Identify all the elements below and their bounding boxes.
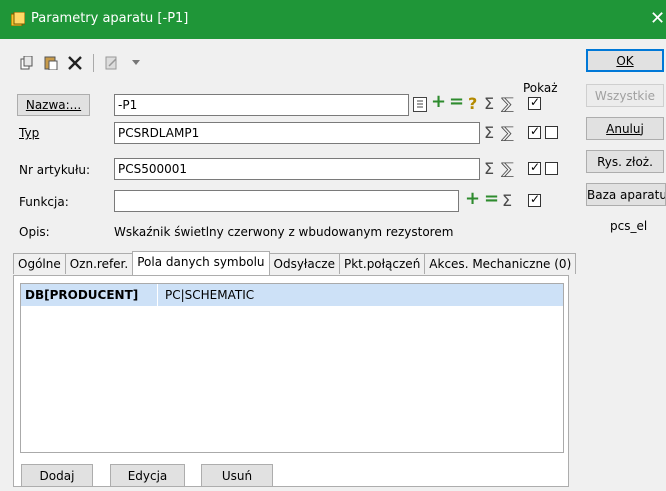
- tab-mechanical-accessories[interactable]: Akces. Mechaniczne (0): [424, 253, 577, 274]
- name-list-icon[interactable]: [413, 97, 427, 112]
- title-bar: Parametry aparatu [-P1] ✕: [0, 0, 666, 39]
- tab-general[interactable]: Ogólne: [13, 253, 66, 274]
- ok-button[interactable]: OK: [586, 49, 664, 72]
- type-field[interactable]: PCSRDLAMP1: [114, 122, 480, 144]
- copy-icon[interactable]: [18, 54, 36, 72]
- app-icon: [11, 12, 25, 26]
- name-field[interactable]: -P1: [114, 94, 409, 116]
- paste-icon[interactable]: [42, 54, 60, 72]
- type-label: Typ: [19, 126, 39, 140]
- type-sum-icon[interactable]: Σ: [484, 123, 494, 142]
- name-sum-arrow-icon[interactable]: ⅀: [501, 94, 514, 113]
- article-sum-icon[interactable]: Σ: [484, 159, 494, 178]
- name-show-checkbox[interactable]: [528, 95, 541, 110]
- toolbar-separator: [93, 54, 94, 72]
- assembly-drawing-button[interactable]: Rys. złoż.: [586, 150, 664, 173]
- function-sum-icon[interactable]: Σ: [502, 191, 512, 210]
- data-fields-grid[interactable]: DB[PRODUCENT] PC|SCHEMATIC: [20, 283, 564, 453]
- description-label: Opis:: [19, 225, 50, 239]
- name-button[interactable]: Nazwa:...: [17, 94, 90, 116]
- name-remove-icon[interactable]: =: [449, 91, 464, 112]
- type-label-text: Typ: [19, 126, 40, 140]
- type-sum-arrow-icon[interactable]: ⅀: [501, 123, 514, 142]
- name-sum-icon[interactable]: Σ: [484, 94, 494, 113]
- delete-icon[interactable]: [66, 54, 84, 72]
- field-value: PC|SCHEMATIC: [165, 288, 255, 302]
- tab-cross-references[interactable]: Odsyłacze: [268, 253, 340, 274]
- field-key: DB[PRODUCENT]: [21, 284, 158, 306]
- function-remove-icon[interactable]: =: [484, 188, 499, 209]
- remove-button[interactable]: Usuń: [201, 464, 273, 487]
- edit-button[interactable]: Edycja: [110, 464, 185, 487]
- type-show2-checkbox[interactable]: [545, 126, 558, 139]
- article-show-checkbox[interactable]: [528, 160, 541, 175]
- close-icon[interactable]: ✕: [650, 8, 665, 29]
- article-show2-checkbox[interactable]: [545, 162, 558, 175]
- name-add-icon[interactable]: +: [431, 91, 446, 112]
- cancel-label: Anuluj: [606, 121, 644, 136]
- cancel-button[interactable]: Anuluj: [586, 117, 664, 140]
- function-label: Funkcja:: [19, 195, 69, 209]
- article-number-field[interactable]: PCS500001: [114, 158, 480, 180]
- all-button[interactable]: Wszystkie: [586, 84, 664, 107]
- description-value: Wskaźnik świetlny czerwony z wbudowanym …: [114, 225, 454, 239]
- name-help-icon[interactable]: ?: [468, 94, 477, 113]
- dropdown-icon[interactable]: [127, 54, 145, 72]
- article-number-label: Nr artykułu:: [19, 163, 91, 177]
- function-field[interactable]: [114, 190, 459, 212]
- window-title: Parametry aparatu [-P1]: [31, 11, 189, 26]
- database-name: pcs_el: [610, 219, 648, 233]
- name-label: Nazwa:...: [25, 98, 82, 112]
- add-button[interactable]: Dodaj: [21, 464, 93, 487]
- article-sum-arrow-icon[interactable]: ⅀: [501, 159, 514, 178]
- function-show-checkbox[interactable]: [528, 192, 541, 207]
- toolbar: [18, 52, 145, 74]
- table-row[interactable]: DB[PRODUCENT] PC|SCHEMATIC: [21, 284, 563, 306]
- tab-connection-points[interactable]: Pkt.połączeń: [338, 253, 426, 274]
- tab-reference[interactable]: Ozn.refer.: [64, 253, 134, 274]
- tab-strip: Ogólne Ozn.refer. Pola danych symbolu Od…: [13, 251, 577, 275]
- device-database-button[interactable]: Baza aparatury: [586, 183, 666, 206]
- edit-icon[interactable]: [103, 54, 121, 72]
- tab-symbol-data-fields[interactable]: Pola danych symbolu: [132, 251, 270, 275]
- type-show-checkbox[interactable]: [528, 124, 541, 139]
- function-add-icon[interactable]: +: [465, 188, 480, 209]
- show-column-label: Pokaż: [523, 81, 558, 95]
- ok-label: OK: [616, 53, 634, 68]
